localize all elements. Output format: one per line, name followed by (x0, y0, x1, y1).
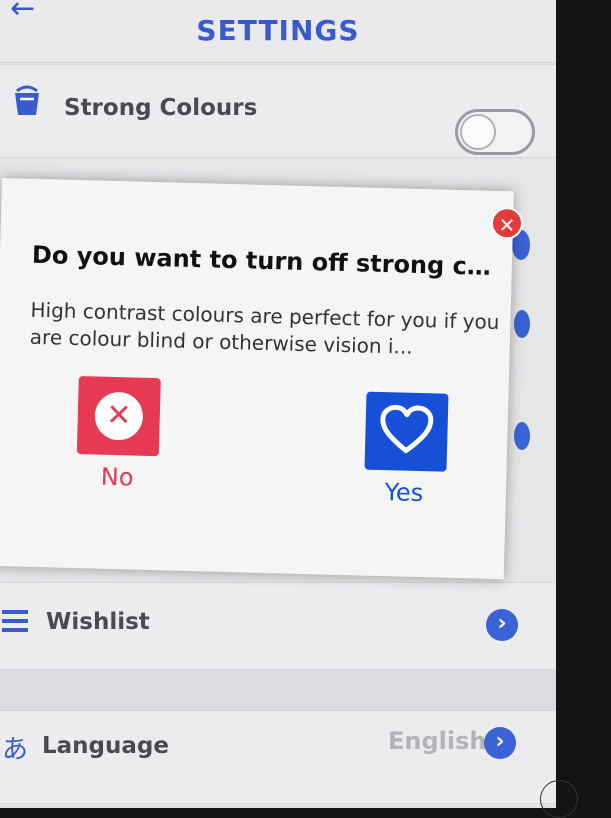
chevron-right-icon (514, 310, 530, 338)
dialog-title: Do you want to turn off strong co... (31, 240, 503, 282)
toggle-knob (460, 114, 496, 150)
chevron-right-icon[interactable]: › (484, 727, 516, 759)
no-label[interactable]: No (57, 462, 178, 493)
row-wishlist[interactable]: Wishlist › (0, 582, 556, 670)
device-bezel-ring (540, 780, 578, 818)
chevron-right-icon[interactable]: › (486, 609, 518, 641)
section-spacer (0, 670, 556, 710)
language-label: Language (42, 733, 169, 759)
x-circle-icon: ✕ (94, 391, 144, 441)
chevron-right-icon (514, 422, 530, 450)
wishlist-label: Wishlist (46, 609, 150, 635)
dialog-body: High contrast colours are perfect for yo… (29, 297, 500, 359)
strong-colours-toggle[interactable] (455, 109, 535, 155)
language-value: English (388, 727, 487, 755)
hiragana-icon: あ (2, 735, 29, 765)
page-title: SETTINGS (196, 14, 360, 47)
row-language[interactable]: あ Language English › (0, 710, 556, 804)
yes-button[interactable] (364, 391, 449, 472)
list-icon (2, 607, 30, 639)
row-strong-colours[interactable]: Strong Colours (0, 64, 556, 158)
yes-label[interactable]: Yes (344, 477, 465, 508)
confirm-dialog: ✕ Do you want to turn off strong co... H… (0, 178, 524, 580)
heart-icon (380, 404, 434, 454)
header: ← SETTINGS (0, 0, 556, 63)
strong-colours-label: Strong Colours (64, 95, 258, 121)
no-button[interactable]: ✕ (76, 376, 161, 457)
paint-bucket-icon (12, 83, 42, 121)
